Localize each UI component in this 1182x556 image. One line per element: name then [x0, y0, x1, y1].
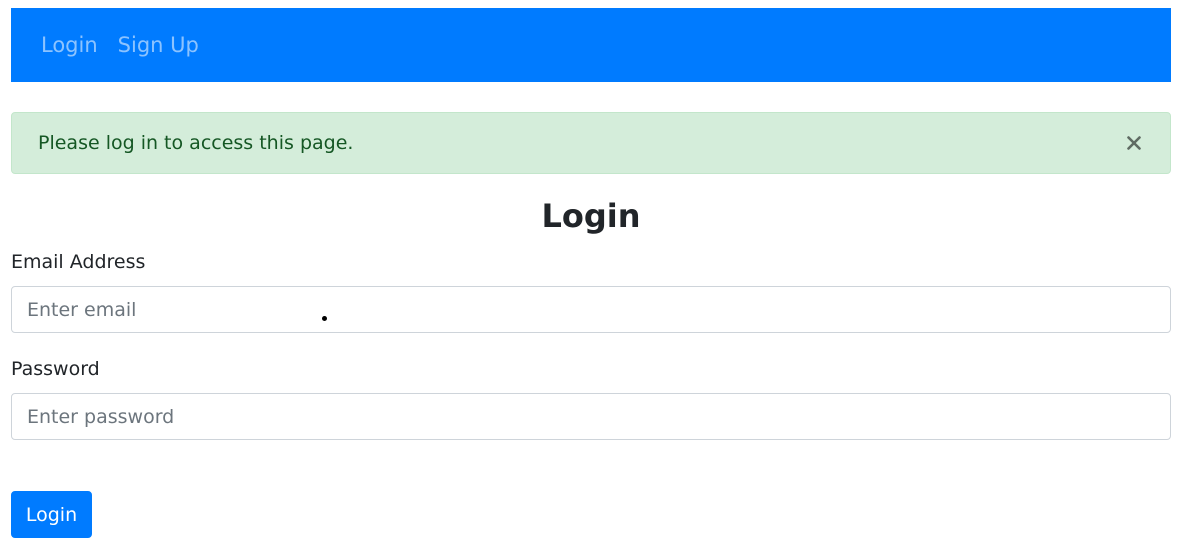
top-navbar: Login Sign Up [11, 8, 1171, 82]
mouse-cursor [322, 316, 327, 321]
alert-message: Please log in to access this page. [38, 132, 354, 154]
alert-close-button[interactable] [1124, 133, 1144, 153]
password-label: Password [11, 358, 100, 380]
login-required-alert: Please log in to access this page. [11, 112, 1171, 174]
login-submit-button[interactable]: Login [11, 491, 92, 538]
page-title: Login [541, 197, 641, 235]
nav-link-sign-up[interactable]: Sign Up [118, 34, 199, 56]
login-page: Login Sign Up Please log in to access th… [0, 0, 1182, 556]
email-input[interactable] [11, 286, 1171, 333]
password-input[interactable] [11, 393, 1171, 440]
email-label: Email Address [11, 251, 146, 273]
close-icon [1127, 136, 1141, 150]
nav-link-login[interactable]: Login [41, 34, 98, 56]
